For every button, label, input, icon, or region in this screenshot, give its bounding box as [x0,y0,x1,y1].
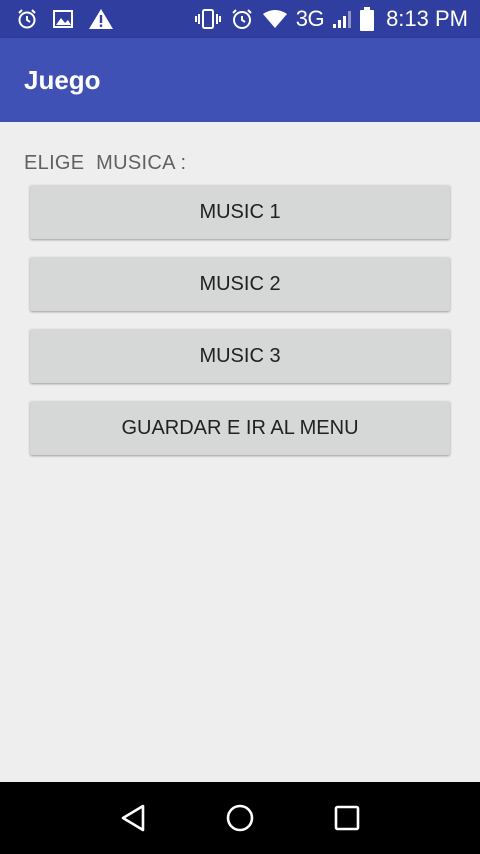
network-type: 3G [295,6,325,31]
app-bar: Juego [0,38,480,122]
status-right: 3G 8:13 PM [194,6,468,32]
status-bar: 3G 8:13 PM [0,0,480,38]
signal-icon [332,9,352,29]
wifi-icon [262,9,288,29]
music-choice-label: ELIGE MUSICA : [24,152,187,174]
alarm-clock-icon [230,8,254,30]
warning-icon [88,8,114,30]
vibrate-icon [194,8,222,30]
recents-icon[interactable] [323,794,371,842]
music-3-button[interactable]: MUSIC 3 [30,329,450,383]
home-icon[interactable] [216,794,264,842]
image-icon [52,9,74,29]
clock: 8:13 PM [386,6,468,31]
status-left [16,8,114,30]
alarm-icon [16,8,38,30]
back-icon[interactable] [109,794,157,842]
battery-icon [360,7,375,31]
app-title: Juego [24,64,101,95]
music-1-button[interactable]: MUSIC 1 [30,185,450,239]
save-and-menu-button[interactable]: GUARDAR E IR AL MENU [30,401,450,455]
music-2-button[interactable]: MUSIC 2 [30,257,450,311]
navigation-bar [0,782,480,854]
main-content: ELIGE MUSICA : MUSIC 1 MUSIC 2 MUSIC 3 G… [0,122,480,782]
